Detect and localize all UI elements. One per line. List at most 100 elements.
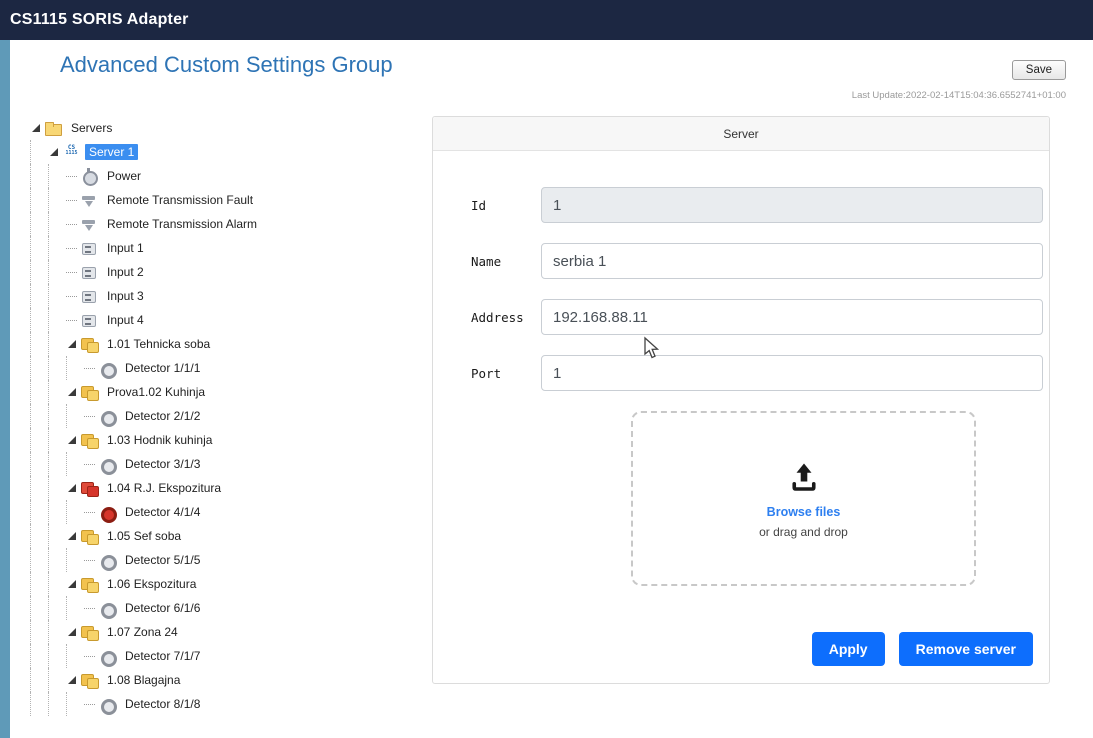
tree-indent-guide (30, 668, 48, 692)
tree-indent-guide (30, 164, 48, 188)
expander-icon[interactable] (66, 482, 79, 495)
tree-indent-guide (48, 572, 66, 596)
form-row-address: Address (471, 299, 1043, 335)
tree-indent-guide (48, 404, 66, 428)
tree-item-label: Prova1.02 Kuhinja (103, 384, 209, 400)
expander-icon[interactable] (84, 698, 97, 711)
tree-indent-guide (30, 260, 48, 284)
tree-item-label: Detector 1/1/1 (121, 360, 204, 376)
tree-indent-guide (48, 284, 66, 308)
tree-item[interactable]: Input 4 (30, 308, 430, 332)
expander-icon[interactable] (84, 458, 97, 471)
expander-icon[interactable] (66, 242, 79, 255)
tree-item[interactable]: Input 1 (30, 236, 430, 260)
expander-icon[interactable] (30, 122, 43, 135)
tree-item-label: Remote Transmission Fault (103, 192, 257, 208)
tree-indent-guide (48, 476, 66, 500)
tree-indent-guide (30, 332, 48, 356)
tree-item-label: 1.06 Ekspozitura (103, 576, 200, 592)
expander-icon[interactable] (84, 602, 97, 615)
expander-icon[interactable] (66, 386, 79, 399)
tree-item[interactable]: Detector 1/1/1 (30, 356, 430, 380)
tree-indent-guide (30, 548, 48, 572)
tree-item[interactable]: Input 2 (30, 260, 430, 284)
expander-icon[interactable] (66, 170, 79, 183)
remove-server-button[interactable]: Remove server (899, 632, 1033, 666)
tree-item[interactable]: 1.03 Hodnik kuhinja (30, 428, 430, 452)
save-button[interactable]: Save (1012, 60, 1066, 80)
expander-icon[interactable] (66, 290, 79, 303)
panel-title: Server (723, 127, 758, 141)
tree-item[interactable]: Detector 7/1/7 (30, 644, 430, 668)
tree-item-label: Servers (67, 120, 116, 136)
browse-files-link[interactable]: Browse files (767, 505, 841, 519)
tree-item[interactable]: 1.01 Tehnicka soba (30, 332, 430, 356)
expander-icon[interactable] (66, 314, 79, 327)
expander-icon[interactable] (66, 578, 79, 591)
tree-item-label: Input 4 (103, 312, 148, 328)
tree-indent-guide (30, 452, 48, 476)
tree-item[interactable]: Prova1.02 Kuhinja (30, 380, 430, 404)
expander-icon[interactable] (66, 218, 79, 231)
tree-item[interactable]: Detector 2/1/2 (30, 404, 430, 428)
page-title: Advanced Custom Settings Group (60, 52, 393, 78)
tree-item[interactable]: Remote Transmission Fault (30, 188, 430, 212)
tree-indent-guide (30, 188, 48, 212)
detector-icon (99, 552, 116, 568)
expander-icon[interactable] (66, 194, 79, 207)
id-field (541, 187, 1043, 223)
zone-icon (81, 624, 98, 640)
tree-item[interactable]: Detector 8/1/8 (30, 692, 430, 716)
expander-icon[interactable] (84, 506, 97, 519)
tree-item[interactable]: 1.06 Ekspozitura (30, 572, 430, 596)
file-drop-zone[interactable]: Browse files or drag and drop (631, 411, 976, 586)
address-field[interactable] (541, 299, 1043, 335)
tree-indent-guide (30, 308, 48, 332)
expander-icon[interactable] (84, 410, 97, 423)
expander-icon[interactable] (84, 554, 97, 567)
expander-icon[interactable] (66, 338, 79, 351)
tree-item[interactable]: 1.07 Zona 24 (30, 620, 430, 644)
tree-item[interactable]: Detector 4/1/4 (30, 500, 430, 524)
name-field[interactable] (541, 243, 1043, 279)
tree-indent-guide (30, 404, 48, 428)
last-update-text: Last Update:2022-02-14T15:04:36.6552741+… (852, 90, 1066, 101)
expander-icon[interactable] (66, 626, 79, 639)
tree-item[interactable]: Power (30, 164, 430, 188)
tree-item-label: Input 2 (103, 264, 148, 280)
expander-icon[interactable] (66, 674, 79, 687)
tree-item-label: 1.04 R.J. Ekspozitura (103, 480, 225, 496)
expander-icon[interactable] (84, 362, 97, 375)
expander-icon[interactable] (66, 434, 79, 447)
tree-item[interactable]: Remote Transmission Alarm (30, 212, 430, 236)
tree-item-label: Detector 5/1/5 (121, 552, 204, 568)
tree-item[interactable]: Detector 6/1/6 (30, 596, 430, 620)
expander-icon[interactable] (66, 530, 79, 543)
tree-indent-guide (30, 236, 48, 260)
expander-icon[interactable] (84, 650, 97, 663)
tree-indent-guide (48, 332, 66, 356)
tree-indent-guide (48, 692, 66, 716)
tree-item[interactable]: 1.05 Sef soba (30, 524, 430, 548)
port-field[interactable] (541, 355, 1043, 391)
tree-item-label: Input 3 (103, 288, 148, 304)
expander-icon[interactable] (48, 146, 61, 159)
transmission-icon (81, 192, 98, 208)
form-row-port: Port (471, 355, 1043, 391)
tree-item[interactable]: Detector 3/1/3 (30, 452, 430, 476)
tree-item-label: 1.07 Zona 24 (103, 624, 182, 640)
tree-item-label: Input 1 (103, 240, 148, 256)
expander-icon[interactable] (66, 266, 79, 279)
zone-icon (81, 384, 98, 400)
tree-item[interactable]: 1.04 R.J. Ekspozitura (30, 476, 430, 500)
tree-indent-guide (30, 692, 48, 716)
detector-icon (99, 648, 116, 664)
tree-indent-guide (30, 572, 48, 596)
tree-item[interactable]: Detector 5/1/5 (30, 548, 430, 572)
tree-item[interactable]: 1.08 Blagajna (30, 668, 430, 692)
tree-item-label: Detector 7/1/7 (121, 648, 204, 664)
tree-item[interactable]: Server 1 (30, 140, 430, 164)
apply-button[interactable]: Apply (812, 632, 885, 666)
tree-item[interactable]: Servers (30, 116, 430, 140)
tree-item[interactable]: Input 3 (30, 284, 430, 308)
